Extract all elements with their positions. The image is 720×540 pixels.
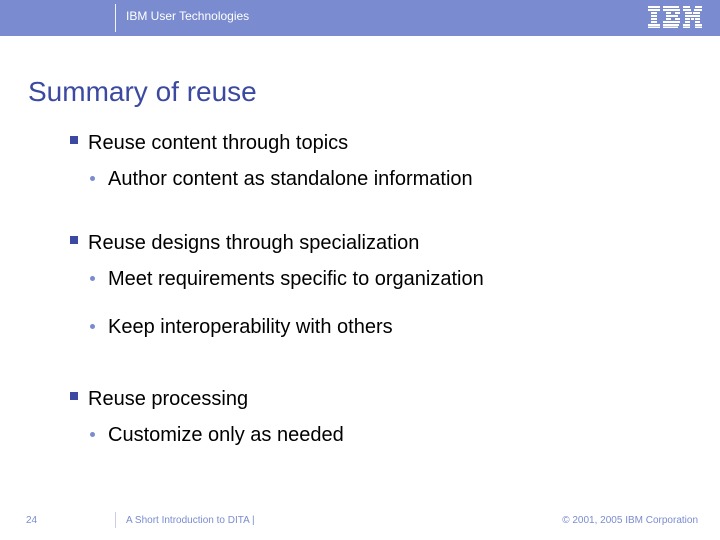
slide: IBM User Technologies	[0, 0, 720, 540]
bullet-text: Reuse designs through specialization	[88, 232, 419, 254]
header-bar: IBM User Technologies	[0, 0, 720, 36]
ibm-logo-icon	[648, 6, 702, 33]
footer: 24 A Short Introduction to DITA | © 2001…	[0, 502, 720, 526]
bullet-reuse-content: Reuse content through topics	[70, 130, 680, 156]
square-bullet-icon	[70, 392, 78, 400]
subbullet-interoperability: Keep interoperability with others	[70, 314, 680, 340]
square-bullet-icon	[70, 136, 78, 144]
square-bullet-icon	[70, 236, 78, 244]
footer-divider	[115, 512, 116, 528]
slide-body: Reuse content through topics Author cont…	[70, 130, 680, 448]
bullet-text: Author content as standalone information	[108, 168, 473, 190]
bullet-text: Meet requirements specific to organizati…	[108, 268, 484, 290]
dot-bullet-icon	[90, 176, 95, 181]
slide-title: Summary of reuse	[28, 76, 257, 108]
bullet-reuse-designs: Reuse designs through specialization	[70, 230, 680, 256]
bullet-text: Reuse content through topics	[88, 132, 348, 154]
subbullet-meet-requirements: Meet requirements specific to organizati…	[70, 266, 680, 292]
dot-bullet-icon	[90, 276, 95, 281]
header-org-label: IBM User Technologies	[126, 9, 249, 23]
dot-bullet-icon	[90, 432, 95, 437]
footer-deck-title: A Short Introduction to DITA |	[126, 515, 255, 526]
subbullet-customize: Customize only as needed	[70, 422, 680, 448]
footer-copyright: © 2001, 2005 IBM Corporation	[562, 515, 698, 526]
bullet-text: Keep interoperability with others	[108, 316, 393, 338]
header-divider	[115, 4, 116, 32]
bullet-text: Customize only as needed	[108, 424, 344, 446]
subbullet-author-standalone: Author content as standalone information	[70, 166, 680, 192]
dot-bullet-icon	[90, 324, 95, 329]
bullet-text: Reuse processing	[88, 388, 248, 410]
bullet-reuse-processing: Reuse processing	[70, 386, 680, 412]
page-number: 24	[26, 515, 37, 526]
